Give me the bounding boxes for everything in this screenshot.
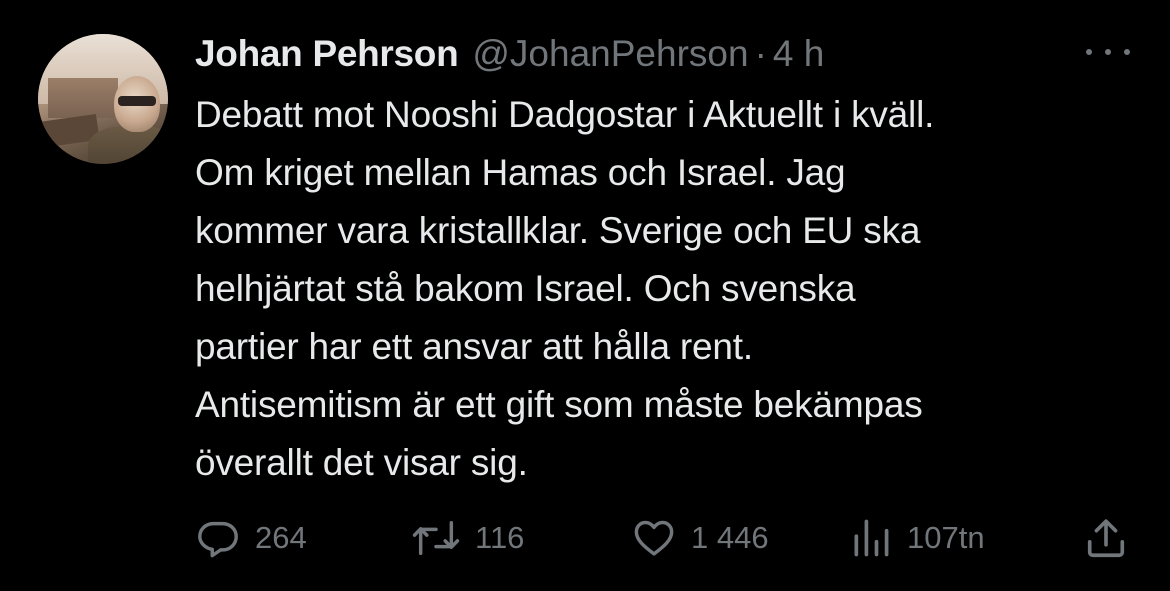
like-count: 1 446	[691, 520, 769, 555]
share-button[interactable]	[1083, 510, 1129, 566]
author-handle[interactable]: @JohanPehrson	[472, 33, 748, 75]
tweet-text: Debatt mot Nooshi Dadgostar i Aktuellt i…	[195, 86, 1145, 492]
tweet-text-line: Debatt mot Nooshi Dadgostar i Aktuellt i…	[195, 94, 935, 135]
avatar-scenery	[48, 78, 118, 118]
heart-icon	[634, 520, 674, 556]
more-options-button[interactable]	[1086, 40, 1130, 64]
author-name[interactable]: Johan Pehrson	[195, 33, 459, 75]
tweet-header: Johan Pehrson @JohanPehrson · 4 h	[195, 30, 824, 78]
reply-count: 264	[255, 520, 307, 555]
tweet-text-line: Om kriget mellan Hamas och Israel. Jag	[195, 152, 846, 193]
views-bar-chart-icon	[854, 519, 889, 557]
retweet-icon	[412, 520, 460, 556]
tweet-actions-bar: 264 116 1 446 107tn	[195, 510, 1135, 566]
tweet-text-line: Antisemitism är ett gift som måste bekäm…	[195, 384, 923, 425]
tweet-text-line: kommer vara kristallklar. Sverige och EU…	[195, 210, 921, 251]
avatar-glasses	[118, 96, 156, 106]
header-separator: ·	[754, 33, 767, 74]
views-count: 107tn	[907, 520, 985, 555]
more-horizontal-icon	[1086, 49, 1092, 55]
views-button[interactable]: 107tn	[849, 510, 985, 566]
retweet-count: 116	[475, 520, 525, 555]
like-button[interactable]: 1 446	[631, 510, 769, 566]
more-horizontal-icon-dot	[1124, 49, 1130, 55]
retweet-button[interactable]: 116	[411, 510, 524, 566]
tweet-text-line: helhjärtat stå bakom Israel. Och svenska	[195, 268, 856, 309]
tweet-text-line: överallt det visar sig.	[195, 442, 528, 483]
tweet-text-line: partier har ett ansvar att hålla rent.	[195, 326, 753, 367]
reply-bubble-icon	[198, 521, 238, 558]
more-horizontal-icon-dot	[1105, 49, 1111, 55]
share-upload-icon	[1087, 519, 1125, 558]
avatar-shoulders	[88, 126, 168, 164]
reply-button[interactable]: 264	[195, 510, 307, 566]
tweet-timestamp[interactable]: 4 h	[773, 33, 824, 75]
avatar[interactable]	[38, 34, 168, 164]
